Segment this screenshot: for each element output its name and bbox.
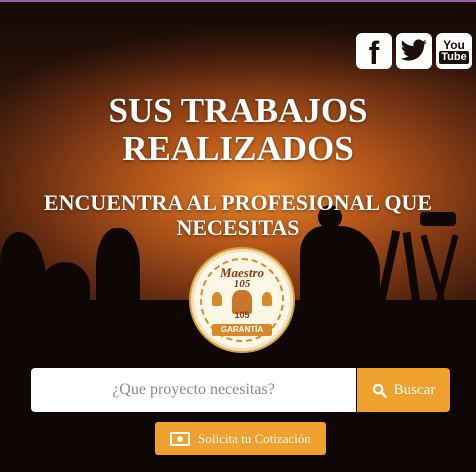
request-quote-button[interactable]: Solicita tu Cotización — [155, 422, 326, 455]
youtube-icon[interactable]: You Tube — [436, 33, 472, 69]
badge-figure-number: 105 — [234, 310, 250, 320]
social-links: f You Tube — [356, 33, 472, 71]
search-button-label: Buscar — [393, 381, 436, 398]
twitter-bird-shape — [400, 39, 427, 61]
medal-icon — [262, 292, 272, 306]
youtube-tube-text: Tube — [439, 50, 469, 64]
twitter-icon[interactable] — [396, 33, 432, 69]
page-title-line2: REALIZADOS — [122, 129, 354, 168]
top-accent-strip — [0, 0, 476, 2]
page-subtitle: ENCUENTRA AL PROFESIONAL QUE NECESITAS — [43, 190, 433, 240]
badge-ribbon: GARANTÍA — [212, 324, 272, 336]
badge-brand-number: 105 — [233, 278, 251, 290]
facebook-icon[interactable]: f — [356, 33, 392, 71]
hero-background: f You Tube SUS TRABAJOS REALIZADOS ENCUE… — [0, 0, 476, 472]
search-input[interactable] — [31, 368, 356, 412]
request-quote-label: Solicita tu Cotización — [198, 430, 311, 446]
search-button[interactable]: Buscar — [357, 368, 450, 412]
page-title: SUS TRABAJOS REALIZADOS — [0, 92, 476, 168]
maestro-guarantee-badge: Maestro 105 105 GARANTÍA — [194, 252, 290, 348]
medal-icon — [212, 292, 222, 306]
money-icon — [170, 431, 191, 446]
youtube-you-text: You — [443, 37, 465, 52]
search-icon — [372, 383, 387, 398]
page-title-line1: SUS TRABAJOS — [108, 91, 368, 130]
